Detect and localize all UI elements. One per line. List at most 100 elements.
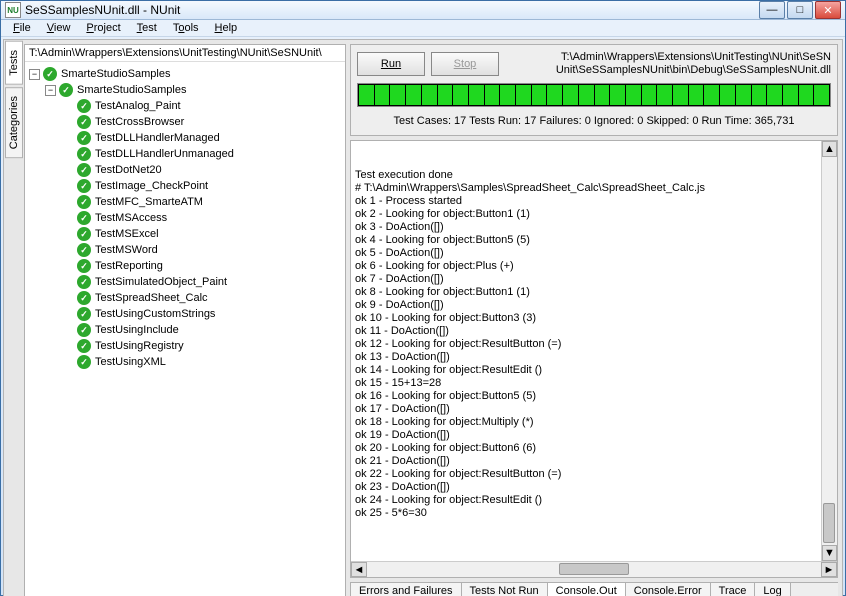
expander-icon[interactable]: − [45,85,56,96]
tree-node[interactable]: ✓TestUsingInclude [29,322,341,338]
tree-node[interactable]: ✓TestMSExcel [29,226,341,242]
hscroll-thumb[interactable] [559,563,629,575]
pass-icon: ✓ [77,99,91,113]
scroll-left-icon[interactable]: ◄ [351,562,367,577]
stop-button: Stop [431,52,499,76]
tab-log[interactable]: Log [754,583,790,596]
progress-segment [579,85,594,105]
tree-node[interactable]: ✓TestMSWord [29,242,341,258]
console-text: Test execution done # T:\Admin\Wrappers\… [355,169,833,520]
tab-notrun[interactable]: Tests Not Run [461,583,548,596]
assembly-path: T:\Admin\Wrappers\Extensions\UnitTesting… [25,45,345,62]
progress-segment [485,85,500,105]
sidetab-categories[interactable]: Categories [5,87,23,158]
tree-label: SmarteStudioSamples [61,68,170,80]
progress-segment [814,85,829,105]
run-stats: Test Cases: 17 Tests Run: 17 Failures: 0… [357,113,831,129]
tree-label: TestSimulatedObject_Paint [95,276,227,288]
progress-segment [422,85,437,105]
expander-icon[interactable]: − [29,69,40,80]
pass-icon: ✓ [77,131,91,145]
tree-node[interactable]: ✓TestSpreadSheet_Calc [29,290,341,306]
tree-node[interactable]: ✓TestUsingXML [29,354,341,370]
progress-segment [595,85,610,105]
tree-node[interactable]: −✓SmarteStudioSamples [29,66,341,82]
console-panel: Test execution done # T:\Admin\Wrappers\… [350,140,838,578]
progress-segment [642,85,657,105]
tree-node[interactable]: ✓TestMSAccess [29,210,341,226]
tree-label: TestReporting [95,260,163,272]
progress-segment [736,85,751,105]
menu-view[interactable]: View [41,20,77,36]
pass-icon: ✓ [77,147,91,161]
vscroll-thumb[interactable] [823,503,835,543]
tree-node[interactable]: ✓ TestImage_CheckPoint [29,178,341,194]
progress-segment [406,85,421,105]
tests-tree-pane: T:\Admin\Wrappers\Extensions\UnitTesting… [24,44,346,596]
pass-icon: ✓ [77,307,91,321]
tree-label: TestMSWord [95,244,158,256]
scroll-up-icon[interactable]: ▲ [822,141,837,157]
tree-node[interactable]: ✓ TestSimulatedObject_Paint [29,274,341,290]
window-title: SeSSamplesNUnit.dll - NUnit [25,3,759,17]
pass-icon: ✓ [77,179,91,193]
progress-segment [689,85,704,105]
maximize-button[interactable]: □ [787,1,813,19]
tree-label: TestMSAccess [95,212,167,224]
console-output[interactable]: Test execution done # T:\Admin\Wrappers\… [351,141,837,561]
menu-file[interactable]: File [7,20,37,36]
progress-segment [657,85,672,105]
tab-console-out[interactable]: Console.Out [547,583,626,596]
tree-label: TestImage_CheckPoint [95,180,208,192]
menu-tools[interactable]: Tools [167,20,205,36]
progress-segment [359,85,374,105]
scroll-down-icon[interactable]: ▼ [822,545,837,561]
side-tabs: Tests Categories [4,40,24,596]
test-tree[interactable]: −✓SmarteStudioSamples−✓SmarteStudioSampl… [25,62,345,596]
output-tabs: Errors and Failures Tests Not Run Consol… [350,582,838,596]
run-button[interactable]: Run [357,52,425,76]
menu-project[interactable]: Project [80,20,126,36]
tree-node[interactable]: −✓SmarteStudioSamples [29,82,341,98]
pass-icon: ✓ [77,275,91,289]
tab-trace[interactable]: Trace [710,583,756,596]
progress-bar [357,83,831,107]
tree-node[interactable]: ✓ TestUsingRegistry [29,338,341,354]
pass-icon: ✓ [77,323,91,337]
sidetab-tests[interactable]: Tests [5,41,23,85]
progress-segment [500,85,515,105]
progress-segment [752,85,767,105]
pass-icon: ✓ [77,339,91,353]
console-hscrollbar[interactable]: ◄ ► [351,561,837,577]
progress-segment [547,85,562,105]
tree-node[interactable]: ✓TestDotNet20 [29,162,341,178]
tree-node[interactable]: ✓ TestAnalog_Paint [29,98,341,114]
tree-label: SmarteStudioSamples [77,84,186,96]
tab-errors[interactable]: Errors and Failures [350,583,462,596]
main-window: NU SeSSamplesNUnit.dll - NUnit — □ ✕ Fil… [0,0,846,596]
menu-test[interactable]: Test [131,20,163,36]
close-button[interactable]: ✕ [815,1,841,19]
menu-help[interactable]: Help [209,20,244,36]
tree-label: TestDLLHandlerUnmanaged [95,148,234,160]
progress-segment [516,85,531,105]
console-vscrollbar[interactable]: ▲ ▼ [821,141,837,561]
progress-segment [704,85,719,105]
tree-node[interactable]: ✓TestCrossBrowser [29,114,341,130]
tree-node[interactable]: ✓ TestDLLHandlerManaged [29,130,341,146]
tab-console-error[interactable]: Console.Error [625,583,711,596]
tree-node[interactable]: ✓TestUsingCustomStrings [29,306,341,322]
progress-segment [799,85,814,105]
menubar: File View Project Test Tools Help [1,20,845,37]
tree-node[interactable]: ✓TestMFC_SmarteATM [29,194,341,210]
tree-node[interactable]: ✓TestReporting [29,258,341,274]
scroll-right-icon[interactable]: ► [821,562,837,577]
tree-label: TestDotNet20 [95,164,162,176]
tree-node[interactable]: ✓ TestDLLHandlerUnmanaged [29,146,341,162]
minimize-button[interactable]: — [759,1,785,19]
progress-segment [563,85,578,105]
tree-label: TestAnalog_Paint [95,100,181,112]
tree-label: TestDLLHandlerManaged [95,132,220,144]
progress-segment [453,85,468,105]
tree-label: TestUsingRegistry [95,340,184,352]
